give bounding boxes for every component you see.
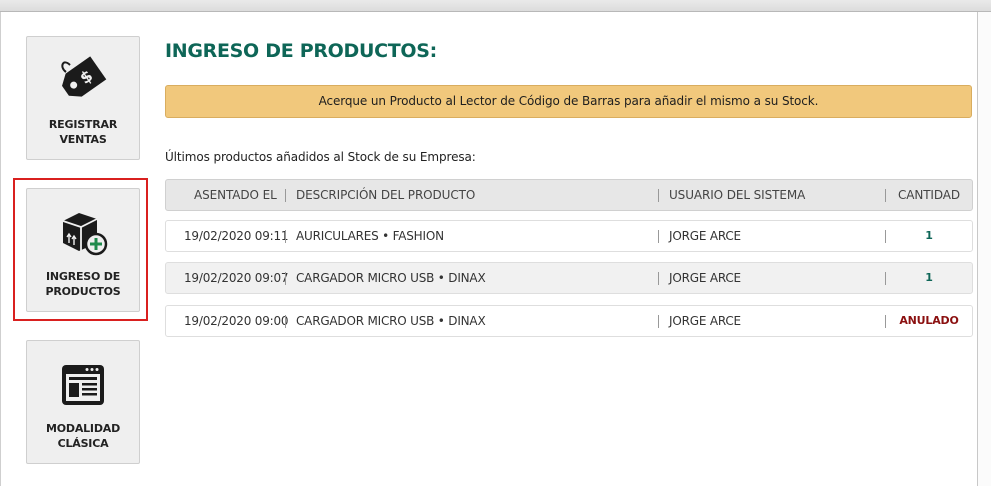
page-title: INGRESO DE PRODUCTOS: [165, 40, 437, 62]
column-divider [285, 315, 286, 328]
modalidad-clasica-button[interactable]: MODALIDAD CLÁSICA [26, 340, 140, 464]
scroll-gutter [978, 12, 991, 486]
row-quantity: 1 [925, 271, 933, 284]
row-status-voided: ANULADO [899, 314, 959, 327]
row-user: JORGE ARCE [669, 229, 741, 243]
row-quantity: 1 [925, 229, 933, 242]
table-header: ASENTADO EL DESCRIPCIÓN DEL PRODUCTO USU… [165, 179, 973, 211]
row-date: 19/02/2020 09:00 [184, 314, 289, 328]
modalidad-clasica-label: MODALIDAD CLÁSICA [45, 422, 121, 450]
header-usuario: USUARIO DEL SISTEMA [669, 188, 806, 202]
table-row[interactable]: 19/02/2020 09:07 CARGADOR MICRO USB • DI… [165, 262, 973, 294]
price-tag-icon: $ [57, 55, 109, 107]
selected-highlight [13, 178, 148, 321]
registrar-ventas-button[interactable]: $ REGISTRAR VENTAS [26, 36, 140, 160]
row-date: 19/02/2020 09:11 [184, 229, 289, 243]
column-divider [285, 230, 286, 243]
table-row[interactable]: 19/02/2020 09:00 CARGADOR MICRO USB • DI… [165, 305, 973, 337]
column-divider [658, 230, 659, 243]
window-top-bar [0, 0, 991, 12]
column-divider [658, 189, 659, 202]
recent-products-subtitle: Últimos productos añadidos al Stock de s… [165, 150, 476, 164]
header-descripcion: DESCRIPCIÓN DEL PRODUCTO [296, 188, 476, 202]
row-description: CARGADOR MICRO USB • DINAX [296, 271, 486, 285]
row-date: 19/02/2020 09:07 [184, 271, 289, 285]
column-divider [658, 315, 659, 328]
column-divider [285, 272, 286, 285]
row-user: JORGE ARCE [669, 314, 741, 328]
window-list-icon [57, 359, 109, 411]
barcode-notice: Acerque un Producto al Lector de Código … [165, 85, 972, 118]
table-row[interactable]: 19/02/2020 09:11 AURICULARES • FASHION J… [165, 220, 973, 252]
row-description: AURICULARES • FASHION [296, 229, 444, 243]
header-cantidad: CANTIDAD [897, 188, 961, 202]
row-user: JORGE ARCE [669, 271, 741, 285]
row-description: CARGADOR MICRO USB • DINAX [296, 314, 486, 328]
registrar-ventas-label: REGISTRAR VENTAS [48, 118, 118, 146]
column-divider [285, 189, 286, 202]
header-asentado: ASENTADO EL [194, 188, 277, 202]
column-divider [658, 272, 659, 285]
